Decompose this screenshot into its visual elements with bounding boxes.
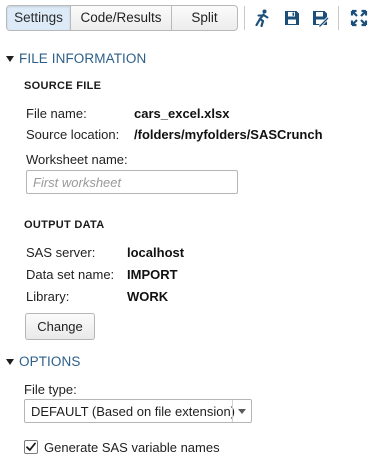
sas-server-label: SAS server: — [26, 245, 96, 260]
worksheet-name-input[interactable]: First worksheet — [26, 170, 238, 194]
file-name-label: File name: — [26, 106, 87, 121]
tab-settings[interactable]: Settings — [7, 6, 71, 30]
toolbar-divider — [244, 6, 245, 30]
worksheet-name-placeholder: First worksheet — [33, 175, 122, 190]
section-title: OPTIONS — [19, 354, 81, 369]
toolbar: Settings Code/Results Split — [0, 0, 382, 38]
tab-code-results[interactable]: Code/Results — [71, 6, 172, 30]
file-name-value: cars_excel.xlsx — [134, 106, 230, 121]
tab-split[interactable]: Split — [172, 6, 237, 30]
maximize-icon[interactable] — [349, 8, 369, 28]
library-value: WORK — [127, 289, 169, 304]
sas-server-value: localhost — [127, 245, 185, 260]
worksheet-name-label: Worksheet name: — [26, 152, 128, 167]
generate-names-label[interactable]: Generate SAS variable names — [44, 440, 220, 455]
change-button[interactable]: Change — [25, 313, 95, 340]
file-information-header[interactable]: FILE INFORMATION — [6, 51, 146, 66]
data-set-name-label: Data set name: — [26, 267, 115, 282]
source-location-label: Source location: — [26, 127, 120, 142]
library-label: Library: — [26, 289, 70, 304]
source-location-value: /folders/myfolders/SASCrunch — [134, 127, 323, 142]
save-icon[interactable] — [282, 8, 302, 28]
data-set-name-value: IMPORT — [127, 267, 178, 282]
generate-names-checkbox[interactable] — [24, 440, 38, 454]
options-header[interactable]: OPTIONS — [6, 354, 80, 369]
file-type-selected-value: DEFAULT (Based on file extension) — [31, 404, 236, 419]
toolbar-divider — [338, 6, 339, 30]
view-tabs: Settings Code/Results Split — [6, 5, 238, 31]
save-as-icon[interactable] — [310, 8, 330, 28]
source-file-heading: SOURCE FILE — [24, 80, 102, 92]
collapse-caret-icon — [6, 56, 14, 62]
checkmark-icon — [26, 442, 36, 451]
output-data-heading: OUTPUT DATA — [24, 219, 105, 231]
file-type-label: File type: — [24, 382, 77, 397]
select-divider — [232, 400, 233, 422]
file-type-select[interactable]: DEFAULT (Based on file extension) — [24, 399, 252, 423]
run-icon[interactable] — [252, 8, 272, 28]
chevron-down-icon — [238, 409, 246, 414]
section-title: FILE INFORMATION — [19, 51, 147, 66]
collapse-caret-icon — [6, 359, 14, 365]
